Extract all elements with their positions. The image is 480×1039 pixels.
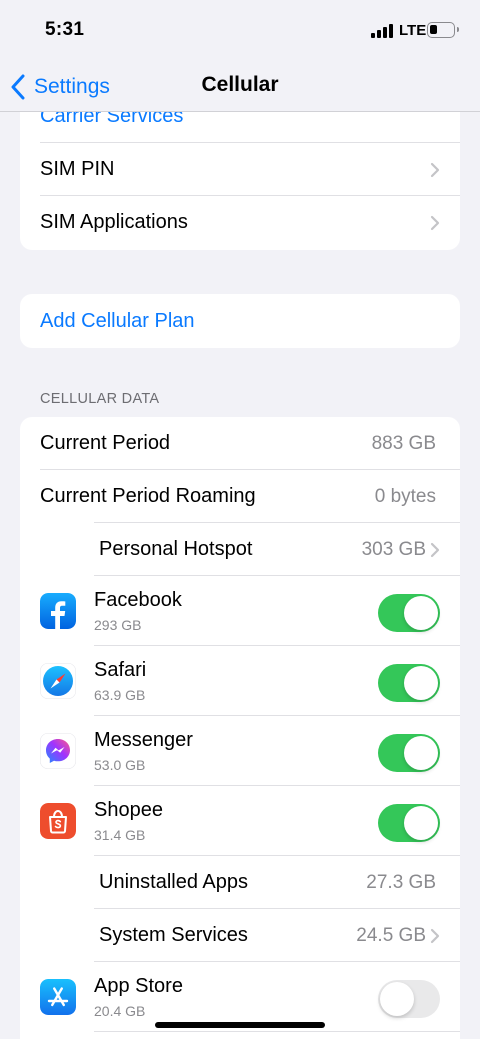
sim-applications-row[interactable]: SIM Applications: [20, 196, 460, 249]
safari-cellular-toggle[interactable]: [378, 664, 440, 702]
add-cellular-plan-label: Add Cellular Plan: [40, 309, 195, 332]
shopee-icon: [40, 803, 76, 839]
network-type: LTE: [399, 22, 427, 39]
uninstalled-apps-row: Uninstalled Apps 27.3 GB: [20, 856, 460, 909]
app-name: App Store: [94, 975, 183, 997]
app-store-cellular-toggle[interactable]: [378, 980, 440, 1018]
app-row-messenger: Messenger 53.0 GB: [20, 716, 460, 786]
chevron-right-icon: [430, 542, 440, 557]
personal-hotspot-value: 303 GB: [361, 538, 426, 560]
chevron-right-icon: [430, 928, 440, 943]
current-period-label: Current Period: [40, 432, 171, 454]
home-indicator[interactable]: [155, 1022, 325, 1028]
shopee-cellular-toggle[interactable]: [378, 804, 440, 842]
messenger-cellular-toggle[interactable]: [378, 734, 440, 772]
battery-icon: [427, 22, 459, 38]
app-name: Messenger: [94, 729, 193, 751]
current-period-value: 883 GB: [371, 432, 436, 454]
personal-hotspot-row[interactable]: Personal Hotspot 303 GB: [20, 523, 460, 576]
status-bar: 5:31 LTE: [0, 0, 480, 62]
app-row-shopee: Shopee 31.4 GB: [20, 786, 460, 856]
chevron-right-icon: [430, 215, 440, 230]
uninstalled-apps-value: 27.3 GB: [366, 871, 436, 893]
app-name: Shopee: [94, 799, 163, 821]
app-data-usage: 20.4 GB: [94, 1003, 146, 1019]
navigation-bar: Settings Cellular: [0, 62, 480, 112]
add-cellular-plan-button[interactable]: Add Cellular Plan: [20, 294, 460, 348]
current-period-roaming-label: Current Period Roaming: [40, 485, 256, 507]
app-data-usage: 63.9 GB: [94, 687, 146, 703]
messenger-icon: [40, 733, 76, 769]
app-data-usage: 293 GB: [94, 617, 142, 633]
cellular-data-header: CELLULAR DATA: [40, 391, 160, 407]
sim-pin-label: SIM PIN: [40, 158, 115, 180]
safari-icon: [40, 663, 76, 699]
app-store-icon: [40, 979, 76, 1015]
sim-pin-row[interactable]: SIM PIN: [20, 143, 460, 196]
current-period-row: Current Period 883 GB: [20, 417, 460, 470]
uninstalled-apps-label: Uninstalled Apps: [99, 871, 248, 893]
app-name: Safari: [94, 659, 147, 681]
signal-strength-icon: [371, 24, 393, 38]
chevron-right-icon: [430, 162, 440, 177]
app-row-facebook: Facebook 293 GB: [20, 576, 460, 646]
facebook-icon: [40, 593, 76, 629]
system-services-value: 24.5 GB: [356, 924, 426, 946]
sim-applications-label: SIM Applications: [40, 211, 188, 233]
current-period-roaming-value: 0 bytes: [374, 485, 436, 507]
status-time: 5:31: [45, 19, 85, 40]
carrier-group: Carrier Services SIM PIN SIM Application…: [20, 112, 460, 250]
app-data-usage: 53.0 GB: [94, 757, 146, 773]
settings-list[interactable]: Carrier Services SIM PIN SIM Application…: [0, 112, 480, 1039]
personal-hotspot-label: Personal Hotspot: [99, 538, 253, 560]
page-title: Cellular: [201, 73, 279, 96]
plan-group: Add Cellular Plan: [20, 294, 460, 348]
current-period-roaming-row: Current Period Roaming 0 bytes: [20, 470, 460, 523]
facebook-cellular-toggle[interactable]: [378, 594, 440, 632]
app-name: Facebook: [94, 589, 182, 611]
app-row-safari: Safari 63.9 GB: [20, 646, 460, 716]
system-services-row[interactable]: System Services 24.5 GB: [20, 909, 460, 962]
cellular-data-group: Current Period 883 GB Current Period Roa…: [20, 417, 460, 1039]
carrier-services-row[interactable]: Carrier Services: [20, 112, 460, 143]
system-services-label: System Services: [99, 924, 248, 946]
app-data-usage: 31.4 GB: [94, 827, 146, 843]
carrier-services-label: Carrier Services: [40, 112, 184, 127]
